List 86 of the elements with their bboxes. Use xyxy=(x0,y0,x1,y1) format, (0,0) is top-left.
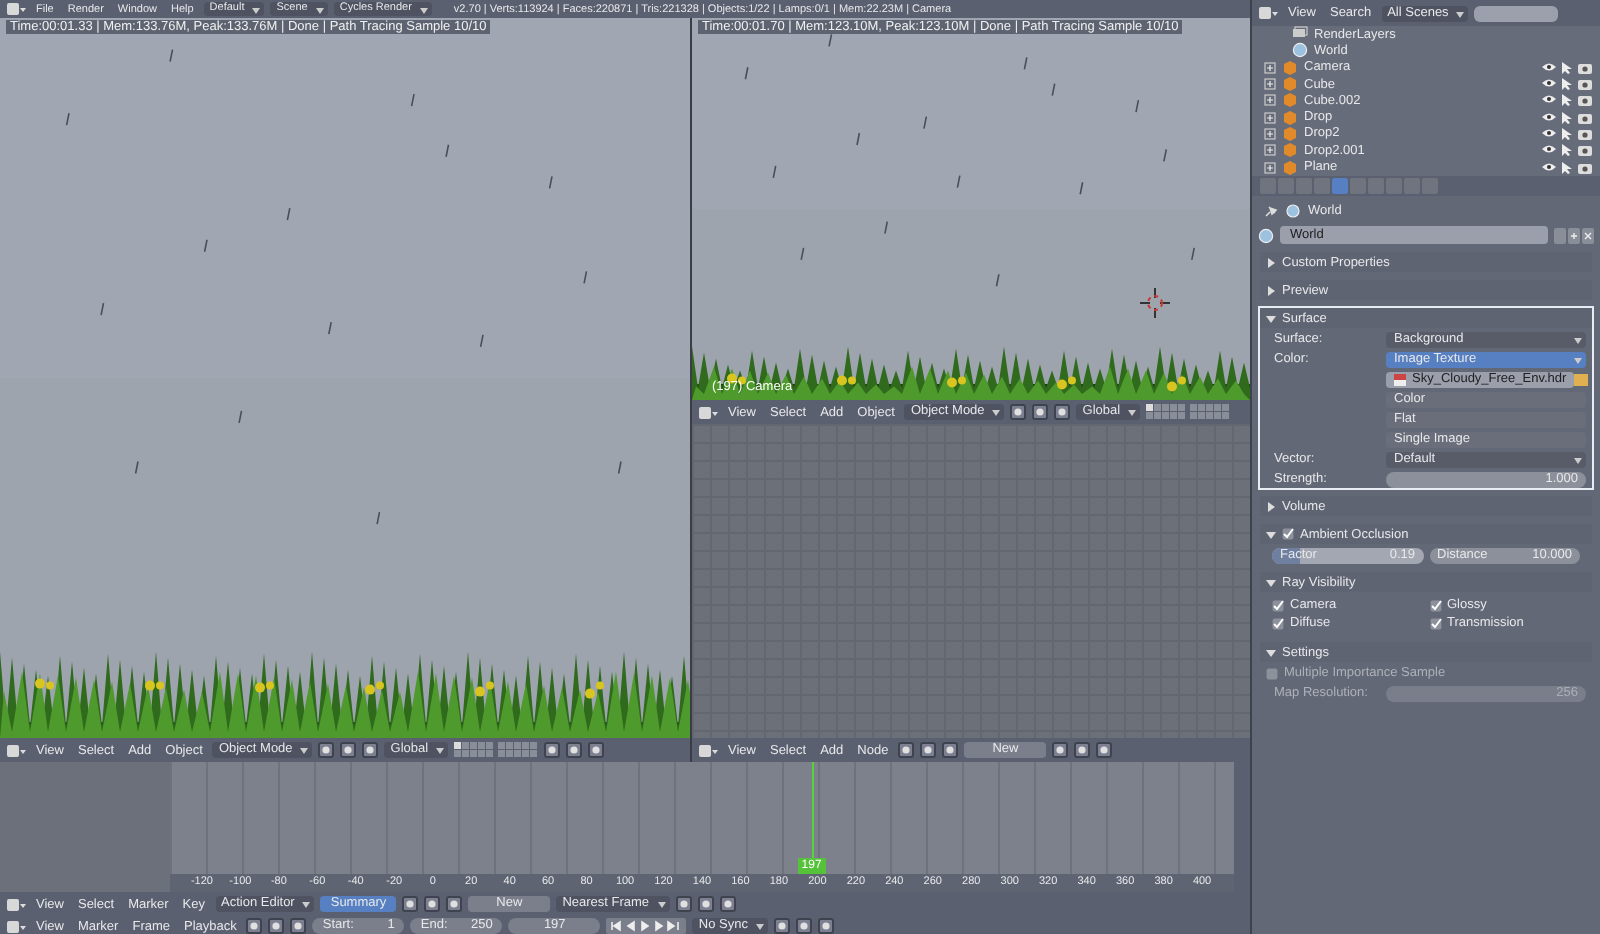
editor-type-icon[interactable] xyxy=(698,743,718,757)
caret-icon xyxy=(436,746,445,754)
caret-icon xyxy=(1128,408,1137,416)
tool-icon[interactable] xyxy=(773,918,790,934)
tool-icon[interactable] xyxy=(920,742,937,758)
checkbox[interactable] xyxy=(1272,599,1284,611)
tool-icon[interactable] xyxy=(719,896,736,912)
layer-buttons-drawing[interactable] xyxy=(454,742,539,758)
checkbox[interactable] xyxy=(1429,599,1441,611)
caret-icon xyxy=(755,922,764,930)
3d-cursor-icon xyxy=(1140,288,1170,318)
folder-icon[interactable] xyxy=(1574,371,1589,387)
eye-icon[interactable] xyxy=(1542,127,1556,138)
editor-type-icon[interactable] xyxy=(6,897,26,911)
image-icon xyxy=(1394,373,1406,385)
caret-icon xyxy=(1574,355,1582,363)
datablock-buttons-drawing[interactable] xyxy=(1554,227,1594,243)
caret-icon xyxy=(315,6,324,14)
expand-icon[interactable] xyxy=(1264,161,1276,174)
tool-icon[interactable] xyxy=(290,918,307,934)
editor-type-icon[interactable] xyxy=(6,2,26,16)
camera-icon[interactable] xyxy=(1578,61,1592,74)
checkbox[interactable] xyxy=(1282,528,1294,540)
globe-icon xyxy=(1292,42,1308,59)
checkbox[interactable] xyxy=(1266,667,1278,679)
tool-icon[interactable] xyxy=(446,896,463,912)
eye-icon[interactable] xyxy=(1542,161,1556,172)
tool-icon[interactable] xyxy=(246,918,263,934)
eye-icon[interactable] xyxy=(1542,94,1556,105)
caret-icon xyxy=(1456,9,1465,17)
checkbox[interactable] xyxy=(1272,617,1284,629)
editor-type-icon[interactable] xyxy=(6,743,26,757)
editor-type-icon[interactable] xyxy=(1258,6,1278,20)
tool-icon[interactable] xyxy=(544,742,561,758)
tool-icon[interactable] xyxy=(898,742,915,758)
camera-icon[interactable] xyxy=(1578,127,1592,140)
camera-icon[interactable] xyxy=(1578,94,1592,107)
tool-icon[interactable] xyxy=(588,742,605,758)
camera-icon[interactable] xyxy=(1578,161,1592,174)
tool-icon[interactable] xyxy=(942,742,959,758)
camera-icon[interactable] xyxy=(1578,78,1592,91)
camera-icon[interactable] xyxy=(1578,144,1592,157)
tool-icon[interactable] xyxy=(1010,404,1027,420)
tool-icon[interactable] xyxy=(795,918,812,934)
caret-icon xyxy=(1574,335,1582,343)
tool-icon[interactable] xyxy=(697,896,714,912)
tool-icon[interactable] xyxy=(318,742,335,758)
caret-icon xyxy=(302,900,311,908)
caret-icon xyxy=(300,746,309,754)
tool-icon[interactable] xyxy=(1054,404,1071,420)
camera-icon[interactable] xyxy=(1578,111,1592,124)
tool-icon[interactable] xyxy=(1096,742,1113,758)
caret-icon xyxy=(992,408,1001,416)
tool-icon[interactable] xyxy=(402,896,419,912)
tool-icon[interactable] xyxy=(268,918,285,934)
tool-icon[interactable] xyxy=(817,918,834,934)
caret-icon xyxy=(252,6,261,14)
caret-icon xyxy=(419,6,428,14)
render-layers-icon xyxy=(1292,26,1308,43)
tool-icon[interactable] xyxy=(340,742,357,758)
tool-icon[interactable] xyxy=(1052,742,1069,758)
tool-icon[interactable] xyxy=(675,896,692,912)
expand-icon[interactable] xyxy=(1264,61,1276,74)
checkbox[interactable] xyxy=(1429,617,1441,629)
tool-icon[interactable] xyxy=(424,896,441,912)
tool-icon[interactable] xyxy=(566,742,583,758)
expand-icon[interactable] xyxy=(1264,94,1276,107)
layer-buttons-drawing[interactable] xyxy=(1146,404,1231,420)
editor-type-icon[interactable] xyxy=(6,919,26,933)
expand-icon[interactable] xyxy=(1264,127,1276,140)
eye-icon[interactable] xyxy=(1542,144,1556,155)
eye-icon[interactable] xyxy=(1542,111,1556,122)
caret-icon xyxy=(657,900,666,908)
pin-icon[interactable] xyxy=(1264,203,1278,217)
tool-icon[interactable] xyxy=(1032,404,1049,420)
tool-icon[interactable] xyxy=(1074,742,1091,758)
expand-icon[interactable] xyxy=(1264,144,1276,157)
eye-icon[interactable] xyxy=(1542,61,1556,72)
playback-controls-drawing[interactable] xyxy=(606,918,687,934)
expand-icon[interactable] xyxy=(1264,111,1276,124)
expand-icon[interactable] xyxy=(1264,78,1276,91)
editor-type-icon[interactable] xyxy=(698,405,718,419)
caret-icon xyxy=(1574,455,1582,463)
tool-icon[interactable] xyxy=(362,742,379,758)
eye-icon[interactable] xyxy=(1542,78,1556,89)
search-field[interactable] xyxy=(1474,5,1559,21)
